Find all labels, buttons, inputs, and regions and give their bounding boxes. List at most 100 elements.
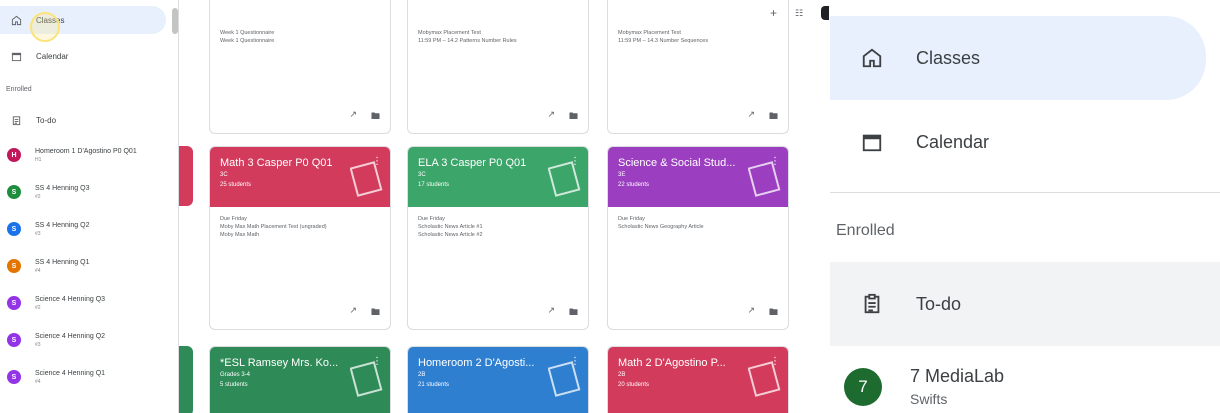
card-title[interactable]: *ESL Ramsey Mrs. Ko... xyxy=(220,357,370,369)
cursor-highlight xyxy=(30,12,60,42)
clipboard-icon xyxy=(860,292,884,316)
class-name: Science 4 Henning Q1 xyxy=(35,369,106,377)
card-title[interactable]: Math 3 Casper P0 Q01 xyxy=(220,157,370,169)
card-actions: ↗ 🖿 xyxy=(747,109,778,125)
assignment-item[interactable]: Mobymax Placement Test xyxy=(618,29,778,37)
home-icon xyxy=(860,46,884,70)
zoomed-sidebar: Classes Calendar Enrolled To-do 7 7 Medi… xyxy=(830,0,1220,413)
folder-icon[interactable]: 🖿 xyxy=(769,305,778,321)
sidebar: Classes Calendar Enrolled To-do H Homero… xyxy=(0,0,178,413)
sidebar-class-item[interactable]: S Science 4 Henning Q3 #2 xyxy=(0,288,170,318)
assignment-item[interactable]: Week 1 Questionnaire xyxy=(220,37,380,45)
sidebar-class-item[interactable]: S Science 4 Henning Q2 #3 xyxy=(0,325,170,355)
class-name: Science 4 Henning Q3 xyxy=(35,295,106,303)
sidebar-class-item[interactable]: S Science 4 Henning Q1 #4 xyxy=(0,362,170,392)
clipboard-icon xyxy=(10,114,22,126)
zoom-class-item[interactable]: 7 7 MediaLab Swifts xyxy=(830,350,1220,413)
class-card[interactable]: *ESL Ramsey Mrs. Ko... Grades 3-4 5 stud… xyxy=(209,346,391,413)
folder-icon[interactable]: 🖿 xyxy=(371,305,380,321)
sidebar-item-classes[interactable]: Classes xyxy=(0,6,166,34)
calendar-icon xyxy=(860,130,884,154)
folder-icon[interactable]: 🖿 xyxy=(569,109,578,125)
home-icon xyxy=(10,14,22,26)
class-section: #4 xyxy=(35,267,41,274)
class-section: #2 xyxy=(35,304,41,311)
class-card[interactable]: Week 1 Questionnaire Week 1 Questionnair… xyxy=(209,0,391,134)
card-header[interactable]: *ESL Ramsey Mrs. Ko... Grades 3-4 5 stud… xyxy=(210,347,390,413)
assignment-item[interactable]: Scholastic News Geography Article xyxy=(618,223,778,231)
class-card[interactable]: Mobymax Placement Test 11:59 PM – 14.3 N… xyxy=(607,0,789,134)
assignment-item[interactable]: Moby Max Math xyxy=(220,231,380,239)
class-card[interactable]: Science & Social Stud... 3E 22 students … xyxy=(607,146,789,330)
class-card[interactable]: Math 3 Casper P0 Q01 3C 25 students ⋮ Du… xyxy=(209,146,391,330)
sidebar-item-calendar[interactable]: Calendar xyxy=(0,42,170,70)
assignment-item[interactable]: Scholastic News Article #2 xyxy=(418,231,578,239)
folder-icon[interactable]: 🖿 xyxy=(371,109,380,125)
class-name: 7 MediaLab xyxy=(910,366,1005,386)
class-section: #3 xyxy=(35,341,41,348)
sidebar-class-item[interactable]: S SS 4 Henning Q3 #2 xyxy=(0,177,170,207)
trending-icon[interactable]: ↗ xyxy=(747,305,755,321)
card-illustration xyxy=(350,161,383,197)
card-header[interactable]: ELA 3 Casper P0 Q01 3C 17 students ⋮ xyxy=(408,147,588,207)
avatar: S xyxy=(7,259,21,273)
assignment-item[interactable]: 11:59 PM – 14.3 Number Sequences xyxy=(618,37,778,45)
assignment-item[interactable]: Week 1 Questionnaire xyxy=(220,29,380,37)
sidebar-class-item[interactable]: H Homeroom 1 D'Agostino P0 Q01 H1 xyxy=(0,140,170,170)
trending-icon[interactable]: ↗ xyxy=(547,305,555,321)
trending-icon[interactable]: ↗ xyxy=(547,109,555,125)
zoom-item-classes[interactable]: Classes xyxy=(830,16,1206,100)
card-illustration xyxy=(548,161,581,197)
class-name: SS 4 Henning Q3 xyxy=(35,184,90,192)
avatar: S xyxy=(7,185,21,199)
class-name: Science 4 Henning Q2 xyxy=(35,332,106,340)
card-actions: ↗ 🖿 xyxy=(547,305,578,321)
apps-icon[interactable]: ☷ xyxy=(795,8,803,19)
card-edge xyxy=(179,146,193,206)
zoom-item-label: Classes xyxy=(916,47,981,68)
due-label: Due Friday xyxy=(220,216,247,222)
zoom-item-todo[interactable]: To-do xyxy=(830,262,1220,346)
plus-icon[interactable]: + xyxy=(770,6,777,20)
assignment-item[interactable]: Mobymax Placement Test xyxy=(418,29,578,37)
sidebar-item-todo[interactable]: To-do xyxy=(0,106,170,134)
card-header[interactable]: Math 3 Casper P0 Q01 3C 25 students ⋮ xyxy=(210,147,390,207)
card-title[interactable]: Homeroom 2 D'Agosti... xyxy=(418,357,568,369)
card-header[interactable]: Math 2 D'Agostino P... 2B 20 students ⋮ xyxy=(608,347,788,413)
folder-icon[interactable]: 🖿 xyxy=(769,109,778,125)
card-title[interactable]: ELA 3 Casper P0 Q01 xyxy=(418,157,568,169)
card-title[interactable]: Science & Social Stud... xyxy=(618,157,768,169)
trending-icon[interactable]: ↗ xyxy=(349,305,357,321)
zoom-item-label: To-do xyxy=(916,293,962,314)
class-card[interactable]: Homeroom 2 D'Agosti... 2B 21 students ⋮ xyxy=(407,346,589,413)
card-title[interactable]: Math 2 D'Agostino P... xyxy=(618,357,768,369)
avatar: S xyxy=(7,222,21,236)
card-header[interactable]: Science & Social Stud... 3E 22 students … xyxy=(608,147,788,207)
card-illustration xyxy=(748,361,781,397)
sidebar-section-label: Enrolled xyxy=(6,86,32,93)
trending-icon[interactable]: ↗ xyxy=(747,109,755,125)
class-card[interactable]: Mobymax Placement Test 11:59 PM – 14.2 P… xyxy=(407,0,589,134)
assignment-item[interactable]: 11:59 PM – 14.2 Patterns Number Rules xyxy=(418,37,578,45)
class-name: SS 4 Henning Q2 xyxy=(35,221,90,229)
sidebar-class-item[interactable]: S SS 4 Henning Q2 #3 xyxy=(0,214,170,244)
folder-icon[interactable]: 🖿 xyxy=(569,305,578,321)
class-card[interactable]: Math 2 D'Agostino P... 2B 20 students ⋮ xyxy=(607,346,789,413)
due-label: Due Friday xyxy=(418,216,445,222)
card-actions: ↗ 🖿 xyxy=(747,305,778,321)
class-card[interactable]: ELA 3 Casper P0 Q01 3C 17 students ⋮ Due… xyxy=(407,146,589,330)
class-section: #4 xyxy=(35,378,41,385)
account-avatar[interactable] xyxy=(821,6,830,20)
zoom-item-calendar[interactable]: Calendar xyxy=(830,100,1220,184)
avatar: S xyxy=(7,296,21,310)
card-actions: ↗ 🖿 xyxy=(349,109,380,125)
screenshot-root: Classes Calendar Enrolled To-do H Homero… xyxy=(0,0,1220,413)
trending-icon[interactable]: ↗ xyxy=(349,109,357,125)
class-name: SS 4 Henning Q1 xyxy=(35,258,90,266)
class-section: #3 xyxy=(35,230,41,237)
class-section: Swifts xyxy=(910,391,948,407)
sidebar-class-item[interactable]: S SS 4 Henning Q1 #4 xyxy=(0,251,170,281)
assignment-item[interactable]: Moby Max Math Placement Test (ungraded) xyxy=(220,223,380,231)
card-header[interactable]: Homeroom 2 D'Agosti... 2B 21 students ⋮ xyxy=(408,347,588,413)
assignment-item[interactable]: Scholastic News Article #1 xyxy=(418,223,578,231)
